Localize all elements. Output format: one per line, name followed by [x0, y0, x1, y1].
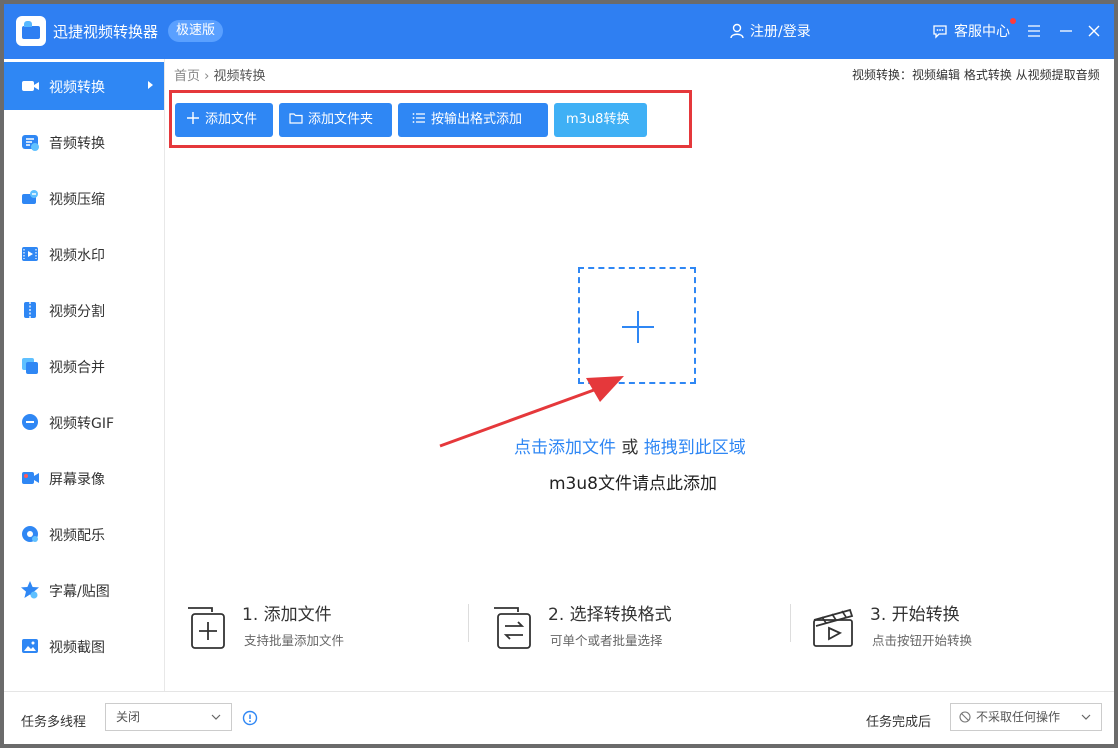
sidebar-item-label: 视频截图 [49, 640, 105, 656]
screenshot-icon [20, 636, 40, 656]
step-title: 3. 开始转换 [870, 605, 960, 625]
or-text: 或 [616, 438, 644, 458]
split-icon [20, 300, 40, 320]
app-logo-icon [16, 16, 46, 46]
sidebar-item-label: 视频配乐 [49, 528, 105, 544]
step-desc: 支持批量添加文件 [244, 633, 345, 648]
service-label: 客服中心 [954, 24, 1010, 40]
sticker-icon [20, 580, 40, 600]
music-icon [20, 524, 40, 544]
clapperboard-icon [810, 602, 858, 650]
step-divider [468, 604, 469, 642]
video-camera-icon [20, 76, 40, 96]
after-task-value: 不采取任何操作 [976, 710, 1061, 724]
sidebar-item-video-compress[interactable]: 视频压缩 [4, 174, 164, 222]
customer-service-button[interactable]: 客服中心 [932, 18, 1016, 41]
chevron-right-icon [148, 81, 153, 89]
sidebar-item-video-merge[interactable]: 视频合并 [4, 342, 164, 390]
step-title: 1. 添加文件 [242, 605, 332, 625]
step-divider [790, 604, 791, 642]
m3u8-convert-label: m3u8转换 [566, 112, 630, 127]
sidebar-item-video-watermark[interactable]: 视频水印 [4, 230, 164, 278]
user-icon [730, 23, 744, 39]
footer-bar: 任务多线程 关闭 任务完成后 不采取任何操作 [4, 691, 1114, 744]
notification-dot [1010, 18, 1016, 24]
breadcrumb: 首页 › 视频转换 [174, 65, 266, 84]
add-file-step-icon [182, 602, 230, 650]
m3u8-convert-button[interactable]: m3u8转换 [554, 103, 647, 137]
close-icon[interactable] [1086, 23, 1102, 39]
sidebar-item-video-to-gif[interactable]: 视频转GIF [4, 398, 164, 446]
app-title: 迅捷视频转换器 [53, 23, 159, 41]
sidebar-item-label: 屏幕录像 [49, 472, 105, 488]
sidebar-item-screen-record[interactable]: 屏幕录像 [4, 454, 164, 502]
title-bar: 迅捷视频转换器 极速版 注册/登录 客服中心 [4, 4, 1114, 59]
breadcrumb-home[interactable]: 首页 [174, 69, 200, 84]
breadcrumb-separator: › [204, 69, 210, 84]
sidebar-item-video-convert[interactable]: 视频转换 [4, 62, 164, 110]
menu-icon[interactable] [1026, 23, 1042, 39]
multithread-label: 任务多线程 [21, 715, 87, 730]
sidebar-item-label: 视频转换 [49, 80, 105, 96]
plus-icon [620, 309, 656, 345]
sidebar-item-video-split[interactable]: 视频分割 [4, 286, 164, 334]
add-file-button[interactable]: 添加文件 [175, 103, 273, 137]
gif-icon [20, 412, 40, 432]
minimize-icon[interactable] [1058, 23, 1074, 39]
after-task-label: 任务完成后 [866, 715, 932, 730]
chevron-down-icon [1081, 713, 1091, 721]
sidebar-item-label: 视频分割 [49, 304, 105, 320]
add-by-format-button[interactable]: 按输出格式添加 [398, 103, 548, 137]
info-icon[interactable] [242, 710, 258, 726]
sidebar-item-video-screenshot[interactable]: 视频截图 [4, 622, 164, 670]
sidebar: 视频转换 音频转换 视频压缩 视频水印 视频分割 视频合并 视频转GIF 屏幕录… [4, 59, 165, 691]
sidebar-item-label: 视频压缩 [49, 192, 105, 208]
edition-badge: 极速版 [168, 20, 224, 42]
sidebar-item-video-music[interactable]: 视频配乐 [4, 510, 164, 558]
login-label: 注册/登录 [750, 24, 811, 40]
m3u8-add-link[interactable]: m3u8文件请点此添加 [549, 469, 717, 494]
app-window: 迅捷视频转换器 极速版 注册/登录 客服中心 视频转换 音频转换 视频压缩 视频… [4, 4, 1114, 744]
drop-hint: 点击添加文件 或 拖拽到此区域 [514, 433, 746, 458]
multithread-select[interactable]: 关闭 [105, 703, 232, 731]
audio-icon [20, 132, 40, 152]
plus-icon [186, 111, 200, 125]
multithread-value: 关闭 [116, 710, 141, 724]
ban-icon [959, 711, 971, 723]
screen-record-icon [20, 468, 40, 488]
add-folder-label: 添加文件夹 [308, 112, 374, 127]
compress-icon [20, 188, 40, 208]
breadcrumb-current: 视频转换 [213, 69, 266, 84]
add-by-format-label: 按输出格式添加 [431, 112, 523, 127]
add-file-label: 添加文件 [205, 112, 258, 127]
watermark-icon [20, 244, 40, 264]
sidebar-item-audio-convert[interactable]: 音频转换 [4, 118, 164, 166]
login-button[interactable]: 注册/登录 [730, 21, 811, 43]
feature-links[interactable]: 视频转换：视频编辑 格式转换 从视频提取音频 [852, 66, 1100, 83]
add-folder-button[interactable]: 添加文件夹 [279, 103, 392, 137]
merge-icon [20, 356, 40, 376]
sidebar-item-label: 视频合并 [49, 360, 105, 376]
list-icon [412, 111, 426, 125]
step-title: 2. 选择转换格式 [548, 605, 672, 625]
convert-step-icon [488, 602, 536, 650]
sidebar-item-label: 视频水印 [49, 248, 105, 264]
folder-icon [289, 111, 303, 125]
chevron-down-icon [211, 713, 221, 721]
drag-here-link[interactable]: 拖拽到此区域 [644, 438, 746, 458]
click-add-file-link[interactable]: 点击添加文件 [514, 438, 616, 458]
after-task-select[interactable]: 不采取任何操作 [950, 703, 1102, 731]
sidebar-item-label: 视频转GIF [49, 416, 115, 432]
sidebar-item-subtitle-sticker[interactable]: 字幕/贴图 [4, 566, 164, 614]
chat-icon [932, 23, 948, 39]
step-desc: 可单个或者批量选择 [550, 633, 663, 648]
step-desc: 点击按钮开始转换 [872, 633, 973, 648]
sidebar-item-label: 字幕/贴图 [49, 584, 110, 600]
sidebar-item-label: 音频转换 [49, 136, 105, 152]
